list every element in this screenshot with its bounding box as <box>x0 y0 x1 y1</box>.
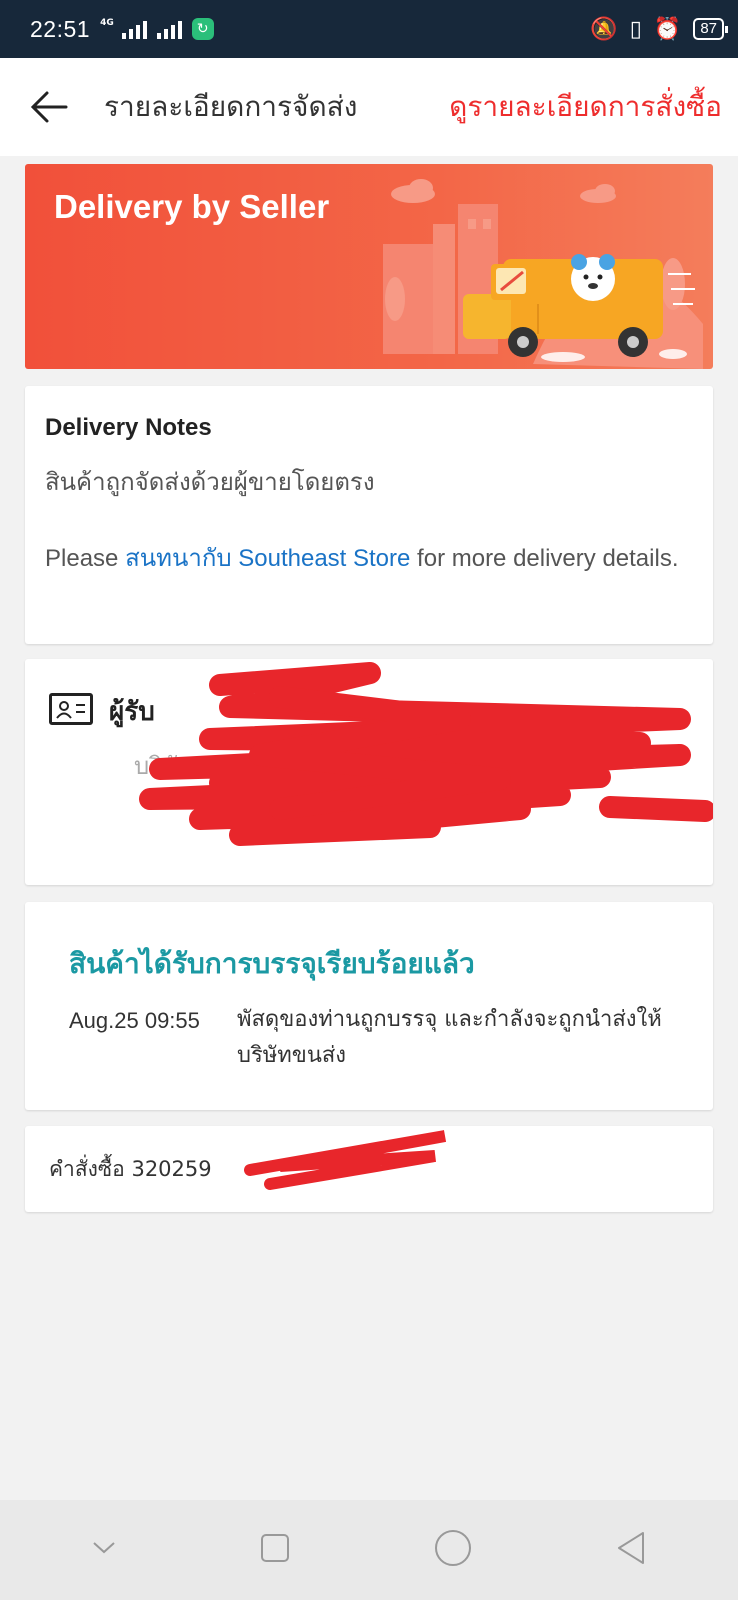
more-details-text: for more delivery details. <box>417 545 679 572</box>
network-type: 4G <box>100 18 114 28</box>
banner-title: Delivery by Seller <box>54 188 330 225</box>
recipient-name: ผู้รับ <box>109 697 155 727</box>
cell-signal-icon <box>121 19 147 39</box>
delivery-notes-card: Delivery Notes สินค้าถูกจัดส่งด้วยผู้ขาย… <box>25 386 713 644</box>
order-number-card[interactable]: คำสั่งซื้อ 320259 <box>25 1126 713 1212</box>
recipient-card: ผู้รับ บริษัท ... 2210 ... Sam Phran, ..… <box>25 659 713 885</box>
page-title: รายละเอียดการจัดส่ง <box>104 90 358 123</box>
status-bar: 22:51 4G ↻ 🔕 ▯ ⏰ 87 <box>0 0 738 58</box>
battery-icon: 87 <box>693 18 728 40</box>
back-arrow-icon[interactable] <box>28 86 70 128</box>
cell-signal-2-icon <box>156 19 182 39</box>
status-description: พัสดุของท่านถูกบรรจุ และกำลังจะถูกนำส่งใ… <box>237 1007 662 1068</box>
home-icon[interactable] <box>433 1528 473 1572</box>
chevron-down-icon[interactable] <box>91 1540 117 1560</box>
clock: 22:51 <box>30 15 91 42</box>
status-timestamp: Aug.25 09:55 <box>69 1008 200 1033</box>
contact-card-icon <box>49 693 93 725</box>
app-header: รายละเอียดการจัดส่ง ดูรายละเอียดการสั่งซ… <box>0 58 738 156</box>
mute-icon: 🔕 <box>590 16 618 42</box>
chat-seller-link[interactable]: สนทนากับ Southeast Store <box>125 545 410 572</box>
delivery-truck-illustration <box>383 179 703 369</box>
delivery-banner: Delivery by Seller <box>25 164 713 369</box>
order-redaction-scribble <box>244 1130 447 1190</box>
shipping-status-card: สินค้าได้รับการบรรจุเรียบร้อยแล้ว Aug.25… <box>25 902 713 1110</box>
delivery-notes-text: สินค้าถูกจัดส่งด้วยผู้ขายโดยตรง <box>45 468 375 496</box>
delivery-notes-contact: Please สนทนากับ Southeast Store for more… <box>45 539 693 579</box>
order-number-label: คำสั่งซื้อ 320259 <box>49 1156 212 1181</box>
app-notification-icon: ↻ <box>191 18 214 40</box>
view-order-details-link[interactable]: ดูรายละเอียดการสั่งซื้อ <box>449 85 722 129</box>
delivery-notes-heading: Delivery Notes <box>45 414 212 441</box>
vibrate-icon: ▯ <box>629 16 642 42</box>
status-heading: สินค้าได้รับการบรรจุเรียบร้อยแล้ว <box>69 947 475 980</box>
recent-apps-icon[interactable] <box>259 1532 291 1568</box>
please-text: Please <box>45 545 119 572</box>
alarm-icon: ⏰ <box>653 16 682 42</box>
back-triangle-icon[interactable] <box>615 1530 647 1570</box>
recipient-address: บริษัท ... 2210 ... Sam Phran, ... .com <box>134 752 567 780</box>
system-nav-bar <box>0 1500 738 1600</box>
